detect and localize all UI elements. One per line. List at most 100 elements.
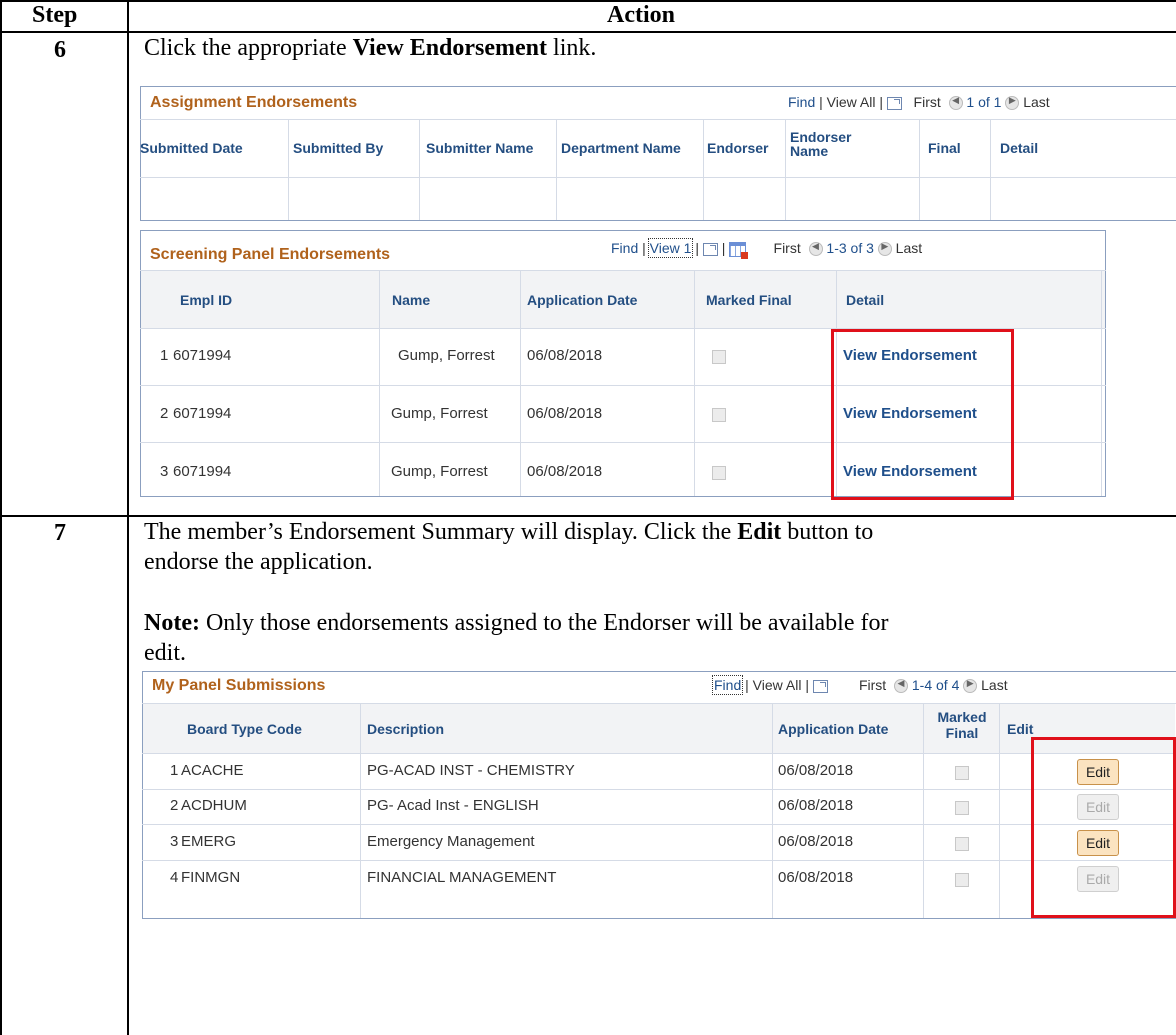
next-arrow-icon[interactable]: ▶ [877, 241, 892, 257]
row-number: 3 [170, 833, 179, 850]
step7-text-before: The member’s Endorsement Summary will di… [144, 519, 738, 545]
marked-final-checkbox[interactable] [955, 837, 969, 851]
col-department-name[interactable]: Department Name [561, 140, 681, 156]
marked-final-checkbox[interactable] [955, 801, 969, 815]
date-cell: 06/08/2018 [527, 463, 603, 480]
note-text: Only those endorsements assigned to the … [199, 610, 889, 636]
col-submitted-date[interactable]: Submitted Date [140, 140, 243, 156]
col-empl-id[interactable]: Empl ID [180, 292, 232, 308]
row-number: 3 [160, 463, 169, 480]
view-all-link[interactable]: View All [753, 677, 802, 693]
row-sep [142, 703, 1176, 704]
popup-icon[interactable] [702, 242, 718, 256]
col-sep [520, 270, 521, 496]
marked-final-checkbox[interactable] [712, 350, 726, 364]
last-link[interactable]: Last [896, 240, 922, 256]
first-link[interactable]: First [774, 240, 801, 256]
empl-id-cell: 6071994 [173, 347, 232, 364]
col-endorser-name[interactable]: Endorser Name [790, 130, 851, 158]
popup-icon[interactable] [812, 679, 828, 693]
row-number: 4 [170, 869, 179, 886]
col-detail[interactable]: Detail [1000, 140, 1038, 156]
col-marked-final[interactable]: Marked Final [706, 292, 792, 308]
col-detail[interactable]: Detail [846, 292, 884, 308]
find-link[interactable]: Find [711, 675, 744, 695]
step6-text-after: link. [547, 35, 597, 61]
col-sep [990, 120, 991, 220]
col-sep [785, 120, 786, 220]
prev-arrow-icon[interactable]: ◀ [948, 95, 963, 111]
date-cell: 06/08/2018 [778, 797, 854, 814]
find-link[interactable]: Find [611, 240, 638, 256]
date-cell: 06/08/2018 [527, 347, 603, 364]
next-arrow-icon[interactable]: ▶ [1005, 95, 1020, 111]
col-endorser[interactable]: Endorser [707, 140, 768, 156]
highlight-edit-buttons-box [1031, 737, 1176, 918]
row-number: 2 [160, 405, 169, 422]
step6-text-bold: View Endorsement [352, 35, 548, 61]
col-submitter-name[interactable]: Submitter Name [426, 140, 533, 156]
col-marked-final[interactable]: Marked Final [934, 709, 990, 741]
col-board-type-code[interactable]: Board Type Code [187, 721, 302, 737]
my-panel-submissions-grid: My Panel Submissions Find | View All | F… [142, 671, 1176, 919]
col-sep [288, 120, 289, 220]
next-arrow-icon[interactable]: ▶ [963, 678, 978, 694]
action-column-header: Action [607, 2, 675, 28]
board-code-cell: FINMGN [181, 869, 241, 886]
col-application-date[interactable]: Application Date [778, 721, 888, 737]
col-final[interactable]: Final [928, 140, 961, 156]
panel-grid-title: My Panel Submissions [152, 677, 326, 694]
document-page: Step Action 6 Click the appropriate View… [0, 0, 1176, 1035]
view-all-link[interactable]: View All [827, 94, 876, 110]
col-submitted-by[interactable]: Submitted By [293, 140, 383, 156]
popup-icon[interactable] [886, 96, 902, 110]
view-1-link[interactable]: View 1 [647, 238, 694, 258]
row-number: 2 [170, 797, 179, 814]
empl-id-cell: 6071994 [173, 405, 232, 422]
board-code-cell: ACACHE [181, 762, 244, 779]
col-sep [999, 703, 1000, 918]
col-edit[interactable]: Edit [1007, 721, 1033, 737]
first-link[interactable]: First [914, 94, 941, 110]
table-top-border [0, 0, 1176, 2]
col-application-date[interactable]: Application Date [527, 292, 637, 308]
assignment-grid-title: Assignment Endorsements [150, 94, 358, 111]
marked-final-checkbox[interactable] [712, 408, 726, 422]
note-label: Note: [144, 610, 200, 636]
row-sep [140, 270, 1106, 271]
date-cell: 06/08/2018 [527, 405, 603, 422]
find-link[interactable]: Find [788, 94, 815, 110]
marked-final-checkbox[interactable] [955, 873, 969, 887]
assignment-header-separator [140, 177, 1176, 178]
row-sep [142, 824, 1176, 825]
step7-instruction-line2: endorse the application. [144, 549, 373, 575]
col-name[interactable]: Name [392, 292, 430, 308]
table-column-divider [127, 0, 129, 1035]
description-cell: PG- Acad Inst - ENGLISH [367, 797, 539, 814]
last-link[interactable]: Last [1023, 94, 1049, 110]
row-sep [142, 753, 1176, 754]
download-grid-icon[interactable] [729, 241, 749, 259]
name-cell: Gump, Forrest [391, 463, 488, 480]
prev-arrow-icon[interactable]: ◀ [808, 241, 823, 257]
highlight-view-endorsement-box [831, 329, 1014, 500]
prev-arrow-icon[interactable]: ◀ [893, 678, 908, 694]
marked-final-checkbox[interactable] [955, 766, 969, 780]
col-sep [379, 270, 380, 496]
name-cell: Gump, Forrest [398, 347, 495, 364]
first-link[interactable]: First [859, 677, 886, 693]
marked-final-checkbox[interactable] [712, 466, 726, 480]
step7-note-line1: Note: Only those endorsements assigned t… [144, 608, 888, 638]
last-link[interactable]: Last [981, 677, 1007, 693]
col-sep [694, 270, 695, 496]
col-description[interactable]: Description [367, 721, 444, 737]
col-sep [419, 120, 420, 220]
description-cell: PG-ACAD INST - CHEMISTRY [367, 762, 575, 779]
col-sep [923, 703, 924, 918]
row-range: 1-4 of 4 [911, 677, 960, 693]
assignment-grid-nav: Find | View All | First ◀ 1 of 1 ▶ Last [788, 94, 1050, 111]
board-code-cell: EMERG [181, 833, 237, 850]
row-number: 1 [170, 762, 179, 779]
step7-instruction-line1: The member’s Endorsement Summary will di… [144, 517, 873, 547]
step6-instruction: Click the appropriate View Endorsement l… [144, 33, 596, 63]
